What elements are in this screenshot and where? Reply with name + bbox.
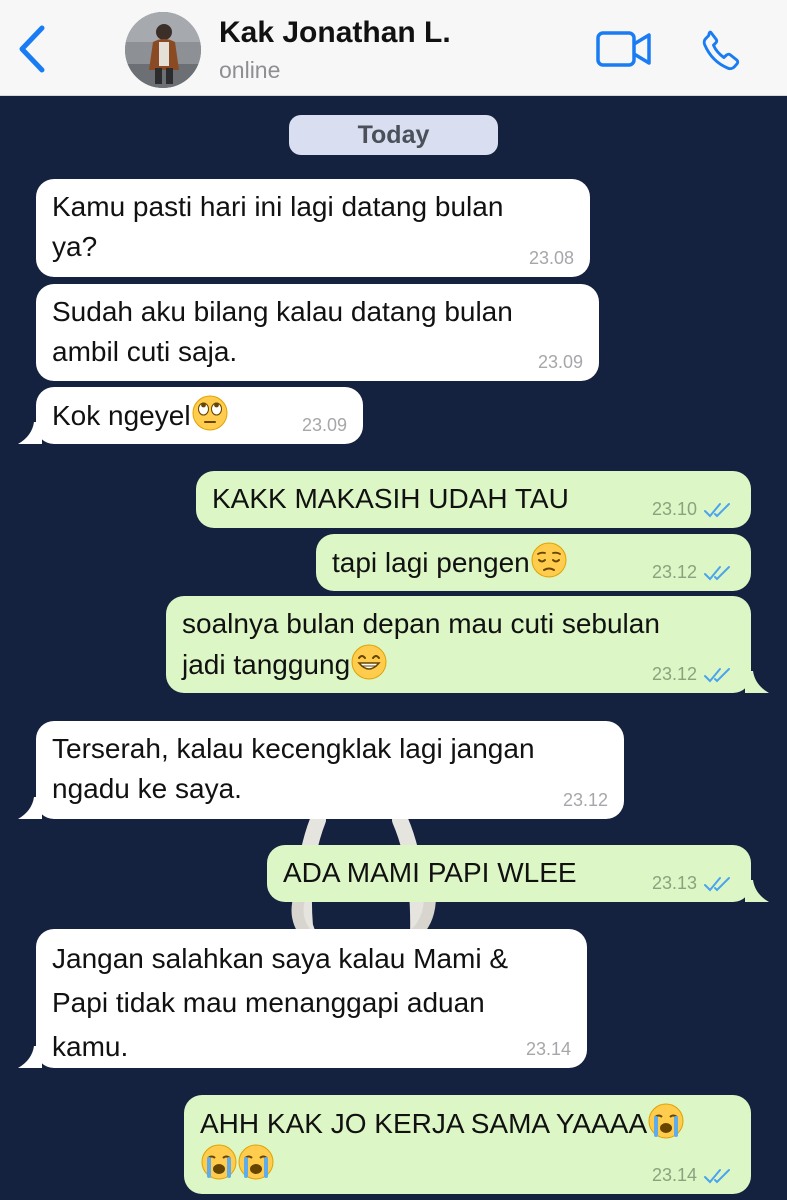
contact-name[interactable]: Kak Jonathan L.	[219, 16, 451, 50]
chat-area[interactable]: Today Kamu pasti hari ini lagi datang bu…	[0, 96, 787, 1200]
read-receipt-icon	[704, 503, 730, 518]
message-bubble-outgoing[interactable]: tapi lagi pengen 23.12	[316, 534, 751, 591]
message-text: Jangan salahkan saya kalau Mami & Papi t…	[52, 943, 509, 1062]
date-separator: Today	[289, 115, 498, 155]
message-text: soalnya bulan depan mau cuti sebulan jad…	[182, 608, 660, 680]
message-bubble-outgoing[interactable]: ADA MAMI PAPI WLEE 23.13	[267, 845, 769, 902]
message-time: 23.09	[537, 352, 583, 372]
message-bubble-outgoing[interactable]: AHH KAK JO KERJA SAMA YAAAA 23.14	[184, 1095, 751, 1194]
bubble-tail	[18, 1046, 42, 1068]
message-text: Sudah aku bilang kalau datang bulan ambi…	[52, 296, 513, 367]
message-bubble-outgoing[interactable]: soalnya bulan depan mau cuti sebulan jad…	[166, 596, 769, 693]
message-bubble-incoming[interactable]: Kok ngeyel 23.09	[18, 387, 363, 444]
bubble-tail	[745, 671, 769, 693]
crying-face-emoji-icon	[201, 1144, 237, 1180]
rolling-eyes-emoji-icon	[192, 395, 228, 431]
message-time: 23.08	[528, 248, 574, 268]
bubble-tail	[18, 797, 42, 819]
message-text-row: tapi lagi pengen	[332, 542, 567, 583]
message-bubble-incoming[interactable]: Terserah, kalau kecengklak lagi jangan n…	[18, 721, 624, 819]
message-text: ADA MAMI PAPI WLEE	[283, 857, 577, 888]
message-time: 23.12	[562, 790, 608, 810]
message-time: 23.09	[301, 415, 347, 435]
message-time: 23.10	[651, 499, 697, 519]
message-text: Terserah, kalau kecengklak lagi jangan n…	[52, 733, 535, 804]
phone-icon	[702, 30, 740, 71]
message-time: 23.13	[651, 873, 697, 893]
grinning-face-emoji-icon	[351, 644, 387, 680]
chat-header: Kak Jonathan L. online	[0, 0, 787, 96]
voice-call-button[interactable]	[697, 25, 747, 75]
message-bubble-incoming[interactable]: Kamu pasti hari ini lagi datang bulan ya…	[36, 179, 590, 277]
message-text: Kamu pasti hari ini lagi datang bulan ya…	[52, 191, 504, 262]
pensive-face-emoji-icon	[531, 542, 567, 578]
message-text: AHH KAK JO KERJA SAMA YAAAA	[200, 1108, 648, 1139]
message-time: 23.14	[525, 1039, 571, 1059]
read-receipt-icon	[704, 1169, 730, 1184]
bubble-tail	[745, 880, 769, 902]
chevron-left-icon	[19, 25, 45, 73]
read-receipt-icon	[704, 668, 730, 683]
message-text-row: Kok ngeyel	[52, 395, 228, 436]
message-bubble-incoming[interactable]: Sudah aku bilang kalau datang bulan ambi…	[36, 284, 599, 381]
message-text-row: soalnya bulan depan mau cuti sebulan jad…	[182, 604, 660, 685]
avatar-photo	[125, 12, 201, 88]
avatar[interactable]	[125, 12, 201, 88]
message-text-row: AHH KAK JO KERJA SAMA YAAAA	[200, 1103, 684, 1185]
crying-face-emoji-icon	[238, 1144, 274, 1180]
read-receipt-icon	[704, 566, 730, 581]
message-text: Kok ngeyel	[52, 400, 191, 431]
video-camera-icon	[596, 31, 651, 67]
bubble-tail	[18, 422, 42, 444]
contact-status: online	[219, 57, 281, 83]
message-bubble-incoming[interactable]: Jangan salahkan saya kalau Mami & Papi t…	[18, 929, 587, 1068]
message-time: 23.14	[651, 1165, 697, 1185]
read-receipt-icon	[704, 877, 730, 892]
message-time: 23.12	[651, 664, 697, 684]
message-text: KAKK MAKASIH UDAH TAU	[212, 483, 569, 514]
message-text: tapi lagi pengen	[332, 547, 530, 578]
message-time: 23.12	[651, 562, 697, 582]
video-call-button[interactable]	[595, 27, 653, 71]
message-bubble-outgoing[interactable]: KAKK MAKASIH UDAH TAU 23.10	[196, 471, 751, 528]
back-button[interactable]	[12, 22, 52, 76]
crying-face-emoji-icon	[648, 1103, 684, 1139]
